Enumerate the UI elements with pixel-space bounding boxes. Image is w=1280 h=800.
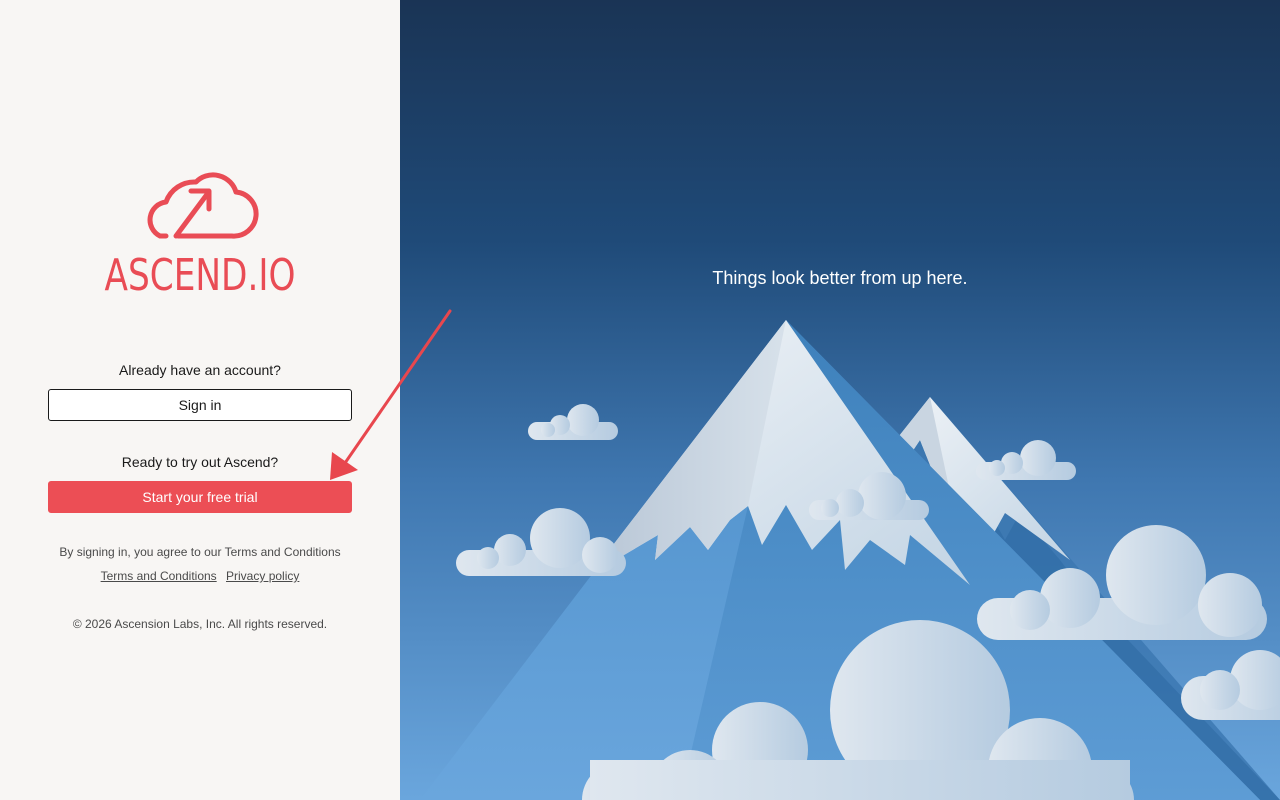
brand-wordmark: ASCEND.IO xyxy=(104,250,296,301)
agreement-text: By signing in, you agree to our Terms an… xyxy=(59,545,341,559)
privacy-link[interactable]: Privacy policy xyxy=(226,569,299,583)
signin-button[interactable]: Sign in xyxy=(48,389,352,421)
legal-links: Terms and Conditions Privacy policy xyxy=(0,569,400,583)
auth-panel: ASCEND.IO Already have an account? Sign … xyxy=(0,0,400,800)
trial-prompt: Ready to try out Ascend? xyxy=(121,454,279,470)
terms-link[interactable]: Terms and Conditions xyxy=(101,569,217,583)
signin-prompt: Already have an account? xyxy=(119,362,281,378)
cloud-small-left xyxy=(528,404,618,440)
hero-tagline: Things look better from up here. xyxy=(712,268,968,288)
hero-panel: Things look better from up here. xyxy=(400,0,1280,800)
copyright-text: © 2026 Ascension Labs, Inc. All rights r… xyxy=(72,617,328,631)
cloud-left-large xyxy=(456,508,626,576)
cloud-small-right xyxy=(976,440,1076,480)
cloud-upload-arrow-icon xyxy=(147,172,259,239)
cloud-far-right xyxy=(1181,650,1280,720)
mountain-clouds-illustration xyxy=(420,320,1280,800)
login-page: ASCEND.IO Already have an account? Sign … xyxy=(0,0,1280,800)
trial-button[interactable]: Start your free trial xyxy=(48,481,352,513)
